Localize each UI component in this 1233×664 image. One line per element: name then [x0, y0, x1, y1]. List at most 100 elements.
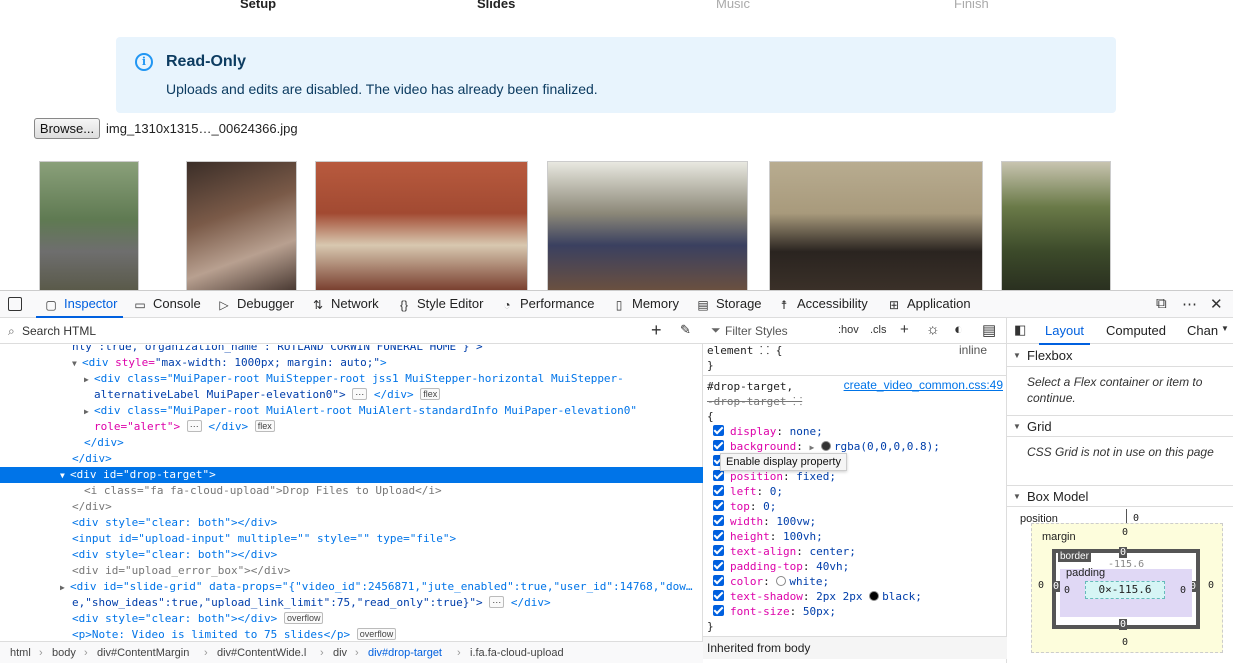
declaration-checkbox[interactable] — [713, 605, 724, 616]
dock-side-icon[interactable]: ⧉ — [1156, 295, 1167, 312]
element-picker-icon[interactable] — [8, 297, 22, 311]
declaration-checkbox[interactable] — [713, 425, 724, 436]
close-icon[interactable]: ✕ — [1210, 295, 1223, 313]
decl-value[interactable]: black; — [882, 590, 922, 603]
margin-top-value[interactable]: 0 — [1122, 527, 1128, 538]
decl-value[interactable]: rgba(0,0,0,0.8); — [834, 440, 940, 453]
grid-section-header[interactable]: Grid — [1007, 415, 1233, 438]
decl-left[interactable]: left: 0; — [713, 484, 783, 499]
margin-left-value[interactable]: 0 — [1038, 580, 1044, 591]
decl-value[interactable]: center; — [809, 545, 855, 558]
declaration-checkbox[interactable] — [713, 485, 724, 496]
expand-twisty-icon[interactable]: ▶ — [60, 580, 70, 596]
markup-line[interactable]: </div> — [0, 499, 703, 515]
decl-color[interactable]: color: white; — [713, 574, 829, 589]
flexbox-section-header[interactable]: Flexbox — [1007, 345, 1233, 367]
slide-photo-5[interactable] — [769, 161, 983, 290]
dark-theme-icon[interactable]: ◐ — [954, 321, 963, 338]
decl-font-size[interactable]: font-size: 50px; — [713, 604, 836, 619]
declaration-checkbox[interactable] — [713, 590, 724, 601]
declaration-checkbox[interactable] — [713, 545, 724, 556]
markup-line[interactable]: <i class="fa fa-cloud-upload">Drop Files… — [0, 483, 703, 499]
tab-computed[interactable]: Computed — [1106, 318, 1166, 344]
step-music[interactable]: Music — [716, 0, 750, 11]
ellipsis-badge[interactable]: ⋯ — [352, 388, 368, 400]
color-swatch-icon[interactable] — [869, 591, 880, 601]
markup-line[interactable]: e,"show_ideas":true,"upload_link_limit":… — [0, 595, 703, 611]
expand-icon[interactable]: ▶ — [809, 443, 814, 452]
markup-line-selected[interactable]: ▼ <div id="drop-target"> — [0, 467, 703, 483]
tab-performance[interactable]: ◔ Performance — [500, 291, 594, 317]
decl-value[interactable]: fixed; — [796, 470, 836, 483]
markup-line[interactable]: <div id="upload_error_box"></div> — [0, 563, 703, 579]
decl-value[interactable]: none; — [790, 425, 823, 438]
markup-line[interactable]: ▶ <div id="slide-grid" data-props="{"vide… — [0, 579, 703, 595]
markup-line[interactable]: nly":true,"organization_name":"RUTLAND C… — [0, 345, 703, 355]
markup-line[interactable]: ▼ <div style="max-width: 1000px; margin: … — [0, 355, 703, 371]
tab-application[interactable]: ⊞ Application — [887, 291, 971, 317]
decl-padding-top[interactable]: padding-top: 40vh; — [713, 559, 849, 574]
tab-inspector[interactable]: ▢ Inspector — [35, 291, 125, 318]
add-rule-icon[interactable]: + — [900, 321, 909, 338]
markup-line[interactable]: <div style="clear: both"></div> overflow — [0, 611, 703, 627]
decl-position[interactable]: position: fixed; — [713, 469, 836, 484]
tab-storage[interactable]: ▤ Storage — [696, 291, 761, 317]
tab-memory[interactable]: ▯ Memory — [612, 291, 679, 317]
markup-line[interactable]: ▶ <div class="MuiPaper-root MuiAlert-root… — [0, 403, 703, 419]
step-setup[interactable]: Setup — [240, 0, 276, 11]
declaration-checkbox[interactable] — [713, 500, 724, 511]
tab-network[interactable]: ⇅ Network — [311, 291, 379, 317]
breadcrumb-item[interactable]: div#ContentWide.l — [217, 642, 306, 664]
decl-background[interactable]: background: ▶ rgba(0,0,0,0.8); — [713, 439, 940, 454]
stylesheet-source-link[interactable]: create_video_common.css:49 — [844, 378, 1003, 392]
decl-display[interactable]: display: none; — [713, 424, 823, 439]
decl-value[interactable]: 40vh; — [816, 560, 849, 573]
markup-line[interactable]: </div> — [0, 451, 703, 467]
more-options-icon[interactable]: ⋯ — [1182, 295, 1197, 313]
color-swatch-icon[interactable] — [820, 441, 831, 451]
cls-toggle[interactable]: .cls — [870, 324, 887, 336]
breadcrumb-item[interactable]: div — [333, 642, 347, 664]
overflow-badge[interactable]: overflow — [356, 628, 397, 640]
markup-line[interactable]: ▶ <div class="MuiPaper-root MuiStepper-ro… — [0, 371, 703, 387]
slide-photo-2[interactable] — [186, 161, 297, 290]
markup-line[interactable]: role="alert"> ⋯ </div> flex — [0, 419, 703, 435]
declaration-checkbox[interactable] — [713, 440, 724, 451]
light-theme-icon[interactable]: ☼ — [926, 321, 940, 338]
markup-line[interactable]: <div style="clear: both"></div> — [0, 547, 703, 563]
decl-top[interactable]: top: 0; — [713, 499, 776, 514]
markup-line[interactable]: <p>Note: Video is limited to 75 slides</… — [0, 627, 703, 641]
decl-value[interactable]: 0; — [763, 500, 776, 513]
ellipsis-badge[interactable]: ⋯ — [489, 596, 505, 608]
declaration-checkbox[interactable] — [713, 575, 724, 586]
breadcrumb-item-current[interactable]: div#drop-target — [368, 642, 442, 664]
breadcrumb-item[interactable]: i.fa.fa-cloud-upload — [470, 642, 564, 664]
breadcrumb-item[interactable]: body — [52, 642, 76, 664]
decl-height[interactable]: height: 100vh; — [713, 529, 823, 544]
decl-value[interactable]: 100vh; — [783, 530, 823, 543]
border-bottom-value[interactable]: 0 — [1119, 619, 1128, 630]
filter-styles-bar[interactable]: ⏷ Filter Styles :hov .cls + ☼ ◐ ▤ — [703, 318, 1007, 344]
overflow-badge[interactable]: overflow — [283, 612, 324, 624]
eyedropper-icon[interactable]: ✎ — [680, 322, 691, 338]
tab-accessibility[interactable]: ☨ Accessibility — [777, 291, 868, 317]
margin-bottom-value[interactable]: 0 — [1122, 637, 1128, 648]
slide-photo-6[interactable] — [1001, 161, 1111, 290]
content-size[interactable]: 0×-115.6 — [1085, 581, 1165, 599]
tab-debugger[interactable]: ▷ Debugger — [217, 291, 294, 317]
decl-width[interactable]: width: 100vw; — [713, 514, 816, 529]
slide-photo-1[interactable] — [39, 161, 139, 290]
decl-value[interactable]: 50px; — [803, 605, 836, 618]
markup-line[interactable]: alternativeLabel MuiPaper-elevation0"> ⋯… — [0, 387, 703, 403]
step-slides[interactable]: Slides — [477, 0, 515, 11]
slide-photo-4[interactable] — [547, 161, 748, 290]
declaration-checkbox[interactable] — [713, 560, 724, 571]
step-finish[interactable]: Finish — [954, 0, 989, 11]
padding-top-value[interactable]: -115.6 — [1108, 559, 1144, 570]
decl-text-shadow[interactable]: text-shadow: 2px 2px black; — [713, 589, 922, 604]
color-swatch-icon[interactable] — [776, 576, 787, 586]
flex-badge[interactable]: flex — [420, 388, 441, 400]
breadcrumb-item[interactable]: html — [10, 642, 31, 664]
padding-left-value[interactable]: 0 — [1064, 585, 1070, 596]
declaration-checkbox[interactable] — [713, 530, 724, 541]
